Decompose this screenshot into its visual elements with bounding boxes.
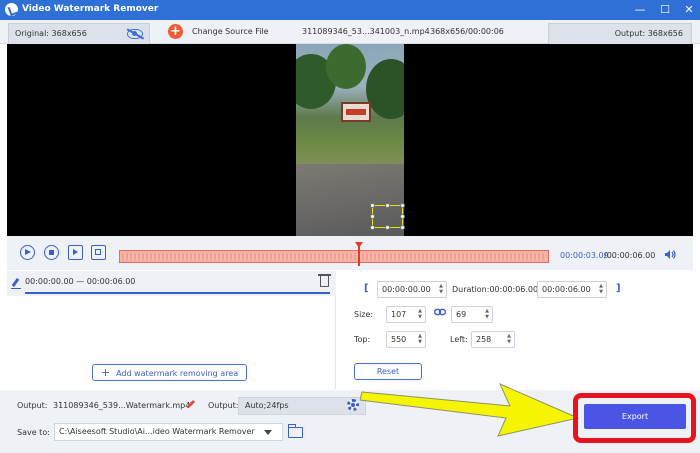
end-time-spinner[interactable]: ▲ ▼ xyxy=(597,283,605,295)
width-value: 107 xyxy=(391,310,407,319)
output-file-name: 311089346_539...Watermark.mp4 xyxy=(53,401,191,410)
playhead-marker[interactable] xyxy=(355,242,363,248)
rename-pencil-icon[interactable] xyxy=(186,399,196,409)
change-source-file-button[interactable]: Change Source File xyxy=(192,27,269,36)
add-area-label: Add watermark removing area xyxy=(116,369,239,378)
resize-handle[interactable] xyxy=(370,225,375,230)
close-button[interactable]: ✕ xyxy=(681,2,697,18)
output-size-label: Output: 368x656 xyxy=(614,29,683,38)
plus-icon: + xyxy=(100,366,111,379)
highlight-box xyxy=(573,393,696,443)
tree-foliage xyxy=(366,59,404,119)
total-time: /00:00:06.00 xyxy=(604,251,656,260)
source-file-name: 311089346_53...341003_n.mp4 xyxy=(302,27,430,36)
height-value: 69 xyxy=(456,310,467,319)
end-time-value: 00:00:06.00 xyxy=(542,285,591,294)
annotation-arrow xyxy=(360,383,580,437)
output-file-label: Output: xyxy=(17,401,48,410)
top-value: 550 xyxy=(391,335,407,344)
resize-handle[interactable] xyxy=(400,225,405,230)
minimize-button[interactable]: — xyxy=(632,2,648,18)
maximize-button[interactable]: ☐ xyxy=(657,2,673,18)
title-bar: Video Watermark Remover — ☐ ✕ xyxy=(0,0,700,20)
left-value: 258 xyxy=(476,335,492,344)
delete-segment-trash-icon[interactable] xyxy=(318,274,331,287)
left-label: Left: xyxy=(450,335,468,344)
play-icon[interactable] xyxy=(20,245,35,260)
save-to-label: Save to: xyxy=(17,428,50,437)
top-spinner[interactable]: ▲ ▼ xyxy=(416,333,424,345)
output-format-value: Auto;24fps xyxy=(245,401,289,410)
set-start-bracket-icon[interactable]: [ xyxy=(364,283,369,294)
save-path-select[interactable]: C:\Aiseesoft Studio\Ai...ideo Watermark … xyxy=(54,423,283,441)
segment-time-range: 00:00:00.00 — 00:00:06.00 xyxy=(25,277,136,286)
next-frame-glyph xyxy=(73,249,78,255)
save-path-value: C:\Aiseesoft Studio\Ai...ideo Watermark … xyxy=(59,427,255,436)
start-time-value: 00:00:00.00 xyxy=(382,285,431,294)
open-folder-icon[interactable] xyxy=(287,424,303,438)
stop-icon[interactable] xyxy=(44,245,59,260)
output-format-label: Output: xyxy=(208,401,239,410)
hide-preview-eye-icon[interactable] xyxy=(127,29,143,39)
timeline-segment xyxy=(122,253,546,260)
resize-handle[interactable] xyxy=(400,203,405,208)
output-settings-gear-icon[interactable] xyxy=(347,399,359,411)
toolbar: Original: 368x656 + Change Source File 3… xyxy=(0,20,700,44)
original-size-label: Original: 368x656 xyxy=(15,29,87,38)
resize-handle[interactable] xyxy=(385,225,390,230)
resize-handle[interactable] xyxy=(385,203,390,208)
duration-label: Duration:00:00:06.00 xyxy=(452,285,539,294)
current-time: 00:00:03.09 xyxy=(560,251,609,260)
app-logo-icon xyxy=(5,3,18,16)
segment-progress-bar xyxy=(25,292,330,294)
road-sign xyxy=(341,102,371,122)
set-end-bracket-icon[interactable]: ] xyxy=(616,283,621,294)
snapshot-icon[interactable] xyxy=(91,245,106,260)
add-source-plus-icon[interactable]: + xyxy=(168,24,183,39)
add-watermark-area-button[interactable]: + Add watermark removing area xyxy=(92,364,247,381)
resize-handle[interactable] xyxy=(370,203,375,208)
left-spinner[interactable]: ▲ ▼ xyxy=(505,333,513,345)
chevron-down-icon[interactable] xyxy=(264,430,272,435)
start-time-spinner[interactable]: ▲ ▼ xyxy=(437,283,445,295)
volume-icon[interactable] xyxy=(664,249,676,260)
link-aspect-icon[interactable] xyxy=(434,308,446,317)
output-tab: Output: 368x656 xyxy=(548,23,692,44)
width-spinner[interactable]: ▲ ▼ xyxy=(416,308,424,320)
source-file-meta: 368x656/00:00:06 xyxy=(430,27,504,36)
size-label: Size: xyxy=(354,310,374,319)
resize-handle[interactable] xyxy=(370,214,375,219)
top-label: Top: xyxy=(354,335,371,344)
original-tab[interactable]: Original: 368x656 xyxy=(8,23,150,44)
snapshot-glyph xyxy=(95,249,101,255)
timeline-track[interactable] xyxy=(119,250,549,263)
tree-foliage xyxy=(326,44,366,89)
height-spinner[interactable]: ▲ ▼ xyxy=(483,308,491,320)
window-title: Video Watermark Remover xyxy=(22,4,159,14)
resize-handle[interactable] xyxy=(400,214,405,219)
eraser-icon xyxy=(11,279,21,289)
next-frame-icon[interactable] xyxy=(68,245,83,260)
